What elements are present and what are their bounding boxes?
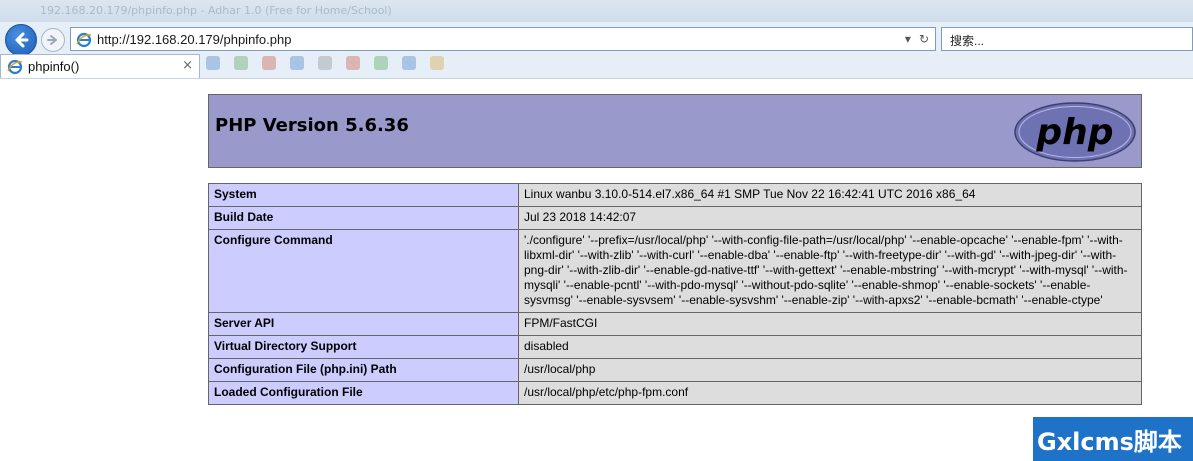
row-key: Configuration File (php.ini) Path xyxy=(208,358,519,382)
tab-close-icon[interactable]: × xyxy=(182,58,193,73)
ie-page-icon xyxy=(76,32,92,48)
table-row: Server API FPM/FastCGI xyxy=(208,312,1142,336)
table-row: System Linux wanbu 3.10.0-514.el7.x86_64 … xyxy=(208,183,1142,207)
table-row: Configuration File (php.ini) Path/usr/lo… xyxy=(208,358,1142,382)
row-value: disabled xyxy=(518,335,1142,359)
window-title: 192.168.20.179/phpinfo.php - Adhar 1.0 (… xyxy=(40,4,392,17)
row-key: Loaded Configuration File xyxy=(208,381,519,405)
forward-button[interactable] xyxy=(41,28,65,52)
forward-arrow-icon xyxy=(47,35,57,45)
row-value: './configure' '--prefix=/usr/local/php' … xyxy=(518,229,1142,313)
back-button[interactable] xyxy=(5,24,37,56)
watermark-text: Gxlcms脚本 xyxy=(1037,427,1182,456)
table-row: Virtual Directory Support disabled xyxy=(208,335,1142,359)
info-table: System Linux wanbu 3.10.0-514.el7.x86_64 … xyxy=(208,183,1142,405)
page-title: PHP Version 5.6.36 xyxy=(215,115,409,136)
row-key: System xyxy=(208,183,519,207)
address-dropdown-icon[interactable]: ▾ xyxy=(905,32,911,46)
row-key: Configure Command xyxy=(208,229,519,313)
watermark: Gxlcms脚本 xyxy=(1033,417,1193,461)
php-logo-text: php xyxy=(1035,112,1113,153)
url-text: http://192.168.20.179/phpinfo.php xyxy=(97,32,292,47)
ie-tab-icon xyxy=(7,59,23,75)
blurred-toolbar xyxy=(206,56,766,74)
tab-label: phpinfo() xyxy=(28,59,80,74)
table-row: Build Date Jul 23 2018 14:42:07 xyxy=(208,206,1142,230)
search-placeholder: 搜索... xyxy=(950,34,985,48)
row-value: Linux wanbu 3.10.0-514.el7.x86_64 #1 SMP… xyxy=(518,183,1142,207)
row-key: Virtual Directory Support xyxy=(208,335,519,359)
table-row: Configure Command './configure' '--prefix… xyxy=(208,229,1142,313)
row-value: /usr/local/php/etc/php-fpm.conf xyxy=(518,381,1142,405)
browser-chrome: 192.168.20.179/phpinfo.php - Adhar 1.0 (… xyxy=(0,0,1193,79)
row-value: /usr/local/php xyxy=(518,358,1142,382)
tab-phpinfo[interactable]: phpinfo() × xyxy=(0,54,200,78)
title-bar: 192.168.20.179/phpinfo.php - Adhar 1.0 (… xyxy=(0,0,1193,22)
row-value: Jul 23 2018 14:42:07 xyxy=(518,206,1142,230)
row-key: Build Date xyxy=(208,206,519,230)
search-box[interactable]: 搜索... xyxy=(941,27,1193,51)
refresh-icon[interactable]: ↻ xyxy=(919,32,929,46)
php-logo: php xyxy=(1014,102,1136,162)
row-value: FPM/FastCGI xyxy=(518,312,1142,336)
table-row: Loaded Configuration File/usr/local/php/… xyxy=(208,381,1142,405)
php-version-header: PHP Version 5.6.36 php xyxy=(208,94,1142,168)
back-arrow-icon xyxy=(15,32,29,48)
address-bar[interactable]: http://192.168.20.179/phpinfo.php ▾ ↻ xyxy=(70,27,936,51)
page-content: PHP Version 5.6.36 php System Linux wanbu… xyxy=(0,79,1193,461)
row-key: Server API xyxy=(208,312,519,336)
